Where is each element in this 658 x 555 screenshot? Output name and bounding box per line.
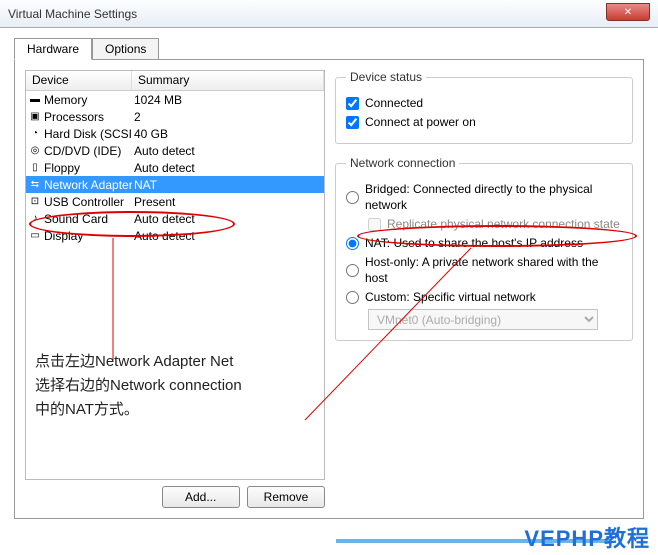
device-summary: 1024 MB — [132, 93, 182, 107]
vmnet-dropdown: VMnet0 (Auto-bridging) — [368, 309, 598, 330]
device-summary: Auto detect — [132, 161, 195, 175]
close-button[interactable]: ✕ — [606, 3, 650, 21]
list-item[interactable]: ♪ Sound Card Auto detect — [26, 210, 324, 227]
nat-label: NAT: Used to share the host's IP address — [365, 235, 583, 251]
tab-hardware[interactable]: Hardware — [14, 38, 92, 60]
annotation-line: 中的NAT方式。 — [35, 398, 242, 422]
connected-label: Connected — [365, 95, 423, 111]
disk-icon: ◔ — [26, 128, 44, 139]
network-connection-legend: Network connection — [346, 156, 459, 170]
tab-options[interactable]: Options — [92, 38, 159, 60]
device-summary: Auto detect — [132, 212, 195, 226]
device-name: Network Adapter — [44, 178, 132, 192]
device-name: Sound Card — [44, 212, 132, 226]
device-summary: 40 GB — [132, 127, 168, 141]
watermark-text: VEPHP教程 — [524, 521, 650, 553]
device-summary: NAT — [132, 178, 157, 192]
nat-radio[interactable] — [346, 237, 359, 250]
annotation-text: 点击左边Network Adapter Net 选择右边的Network con… — [35, 350, 242, 422]
bridged-radio[interactable] — [346, 191, 359, 204]
list-item[interactable]: ▯ Floppy Auto detect — [26, 159, 324, 176]
list-item[interactable]: ⇆ Network Adapter NAT — [26, 176, 324, 193]
device-status-group: Device status Connected Connect at power… — [335, 70, 633, 144]
connect-poweron-label: Connect at power on — [365, 114, 476, 130]
device-name: Processors — [44, 110, 132, 124]
window-title: Virtual Machine Settings — [8, 7, 137, 21]
tab-strip: HardwareOptions — [14, 38, 644, 60]
list-item[interactable]: ◔ Hard Disk (SCSI) 40 GB — [26, 125, 324, 142]
header-summary[interactable]: Summary — [132, 71, 324, 90]
content: HardwareOptions Device Summary ▬ Memory … — [0, 28, 658, 529]
device-name: Memory — [44, 93, 132, 107]
device-name: CD/DVD (IDE) — [44, 144, 132, 158]
connect-poweron-checkbox[interactable] — [346, 116, 359, 129]
connected-checkbox[interactable] — [346, 97, 359, 110]
left-column: Device Summary ▬ Memory 1024 MB ▣ Proces… — [25, 70, 325, 508]
device-summary: Auto detect — [132, 144, 195, 158]
add-button[interactable]: Add... — [162, 486, 240, 508]
device-summary: Auto detect — [132, 229, 195, 243]
memory-icon: ▬ — [26, 94, 44, 105]
network-icon: ⇆ — [26, 179, 44, 190]
device-summary: Present — [132, 195, 175, 209]
floppy-icon: ▯ — [26, 162, 44, 173]
network-connection-group: Network connection Bridged: Connected di… — [335, 156, 633, 341]
list-item[interactable]: ▬ Memory 1024 MB — [26, 91, 324, 108]
device-name: USB Controller — [44, 195, 132, 209]
device-status-legend: Device status — [346, 70, 426, 84]
cd-icon: ◎ — [26, 145, 44, 156]
custom-radio[interactable] — [346, 291, 359, 304]
right-column: Device status Connected Connect at power… — [335, 70, 633, 508]
replicate-label: Replicate physical network connection st… — [387, 216, 620, 232]
titlebar: Virtual Machine Settings ✕ — [0, 0, 658, 28]
bridged-label: Bridged: Connected directly to the physi… — [365, 181, 622, 213]
device-name: Display — [44, 229, 132, 243]
hostonly-radio[interactable] — [346, 264, 359, 277]
list-item[interactable]: ▭ Display Auto detect — [26, 227, 324, 244]
list-item[interactable]: ⊡ USB Controller Present — [26, 193, 324, 210]
replicate-checkbox — [368, 218, 381, 231]
custom-label: Custom: Specific virtual network — [365, 289, 536, 305]
hardware-panel: Device Summary ▬ Memory 1024 MB ▣ Proces… — [14, 59, 644, 519]
sound-icon: ♪ — [26, 213, 44, 224]
list-buttons: Add... Remove — [25, 486, 325, 508]
list-item[interactable]: ▣ Processors 2 — [26, 108, 324, 125]
list-item[interactable]: ◎ CD/DVD (IDE) Auto detect — [26, 142, 324, 159]
remove-button[interactable]: Remove — [247, 486, 325, 508]
annotation-line: 点击左边Network Adapter Net — [35, 350, 242, 374]
device-name: Hard Disk (SCSI) — [44, 127, 132, 141]
device-summary: 2 — [132, 110, 141, 124]
display-icon: ▭ — [26, 230, 44, 241]
hostonly-label: Host-only: A private network shared with… — [365, 254, 622, 286]
cpu-icon: ▣ — [26, 111, 44, 122]
usb-icon: ⊡ — [26, 196, 44, 207]
column-headers: Device Summary — [26, 71, 324, 91]
annotation-line: 选择右边的Network connection — [35, 374, 242, 398]
header-device[interactable]: Device — [26, 71, 132, 90]
device-name: Floppy — [44, 161, 132, 175]
